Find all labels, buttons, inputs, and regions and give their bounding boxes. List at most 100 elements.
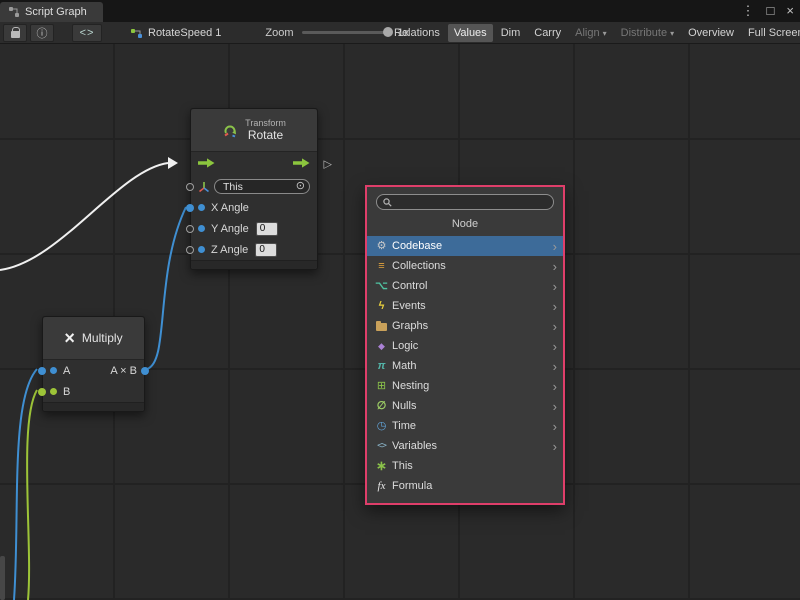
dropdown-arrow-icon: ▾: [603, 29, 607, 38]
menu-item-nulls[interactable]: ∅Nulls›: [367, 396, 563, 416]
float-type-icon: [50, 367, 57, 374]
menu-item-this[interactable]: ∗This: [367, 456, 563, 476]
menu-item-logic[interactable]: ◆Logic›: [367, 336, 563, 356]
multiply-output-label: A × B: [110, 365, 137, 377]
codebase-icon: ⚙: [374, 239, 389, 253]
control-icon: ⌥: [374, 279, 389, 293]
this-port[interactable]: [186, 183, 194, 191]
relations-button[interactable]: Relations: [388, 24, 446, 42]
finder-header: Node: [367, 213, 563, 236]
dim-button[interactable]: Dim: [495, 24, 527, 42]
menu-item-label: Control: [392, 280, 553, 292]
button-label: Distribute: [621, 27, 667, 39]
menu-item-formula[interactable]: fxFormula: [367, 476, 563, 496]
wire-to-multiply-a[interactable]: [14, 369, 37, 600]
this-selector-value: This: [223, 181, 243, 193]
menu-item-variables[interactable]: <>Variables›: [367, 436, 563, 456]
y-angle-label: Y Angle: [211, 223, 249, 235]
wire-multiply-to-x-angle[interactable]: [147, 207, 186, 369]
multiply-node[interactable]: × Multiply A A × B B: [42, 316, 145, 412]
zoom-slider[interactable]: [302, 31, 390, 34]
time-icon: ◷: [374, 419, 389, 433]
tab-title: Script Graph: [25, 6, 87, 18]
chevron-right-icon: ›: [553, 440, 557, 453]
graph-canvas[interactable]: Transform Rotate ▷: [0, 44, 800, 600]
node-category: Transform: [245, 118, 286, 128]
control-port-row: ▷: [191, 152, 317, 176]
this-selector[interactable]: This ⊙: [214, 179, 310, 194]
menu-item-nesting[interactable]: ⊞Nesting›: [367, 376, 563, 396]
more-menu-icon[interactable]: ⋮: [742, 2, 755, 20]
chevron-right-icon: ›: [553, 420, 557, 433]
menu-item-label: Variables: [392, 440, 553, 452]
wire-to-multiply-b[interactable]: [27, 390, 37, 600]
menu-item-graphs[interactable]: Graphs›: [367, 316, 563, 336]
script-graph-icon: [8, 6, 20, 18]
chevron-right-icon: ›: [553, 280, 557, 293]
finder-search-input[interactable]: [396, 196, 547, 208]
multiply-a-port[interactable]: [38, 367, 46, 375]
maximize-icon[interactable]: □: [767, 2, 775, 20]
inspect-button[interactable]: ⓘ: [30, 24, 54, 42]
nulls-icon: ∅: [374, 399, 389, 413]
distribute-button[interactable]: Distribute▾: [615, 24, 680, 42]
x-angle-label: X Angle: [211, 202, 249, 214]
y-angle-field[interactable]: [256, 222, 278, 236]
tab-script-graph[interactable]: Script Graph: [0, 2, 103, 22]
close-icon[interactable]: ×: [786, 2, 794, 20]
button-label: Full Screen: [748, 27, 800, 39]
rotate-node[interactable]: Transform Rotate ▷: [190, 108, 318, 270]
control-input-port[interactable]: [198, 155, 215, 173]
tab-bar: Script Graph ⋮ □ ×: [0, 0, 800, 22]
z-angle-label: Z Angle: [211, 244, 248, 256]
dropdown-arrow-icon: ▾: [670, 29, 674, 38]
menu-item-label: Events: [392, 300, 553, 312]
y-angle-row: Y Angle: [191, 218, 317, 239]
search-icon: [383, 198, 392, 207]
button-label: Relations: [394, 27, 440, 39]
vertical-scrollbar-thumb[interactable]: [0, 556, 5, 600]
button-label: Carry: [534, 27, 561, 39]
multiply-b-port[interactable]: [38, 388, 46, 396]
menu-item-events[interactable]: ϟEvents›: [367, 296, 563, 316]
z-angle-field[interactable]: [255, 243, 277, 257]
menu-item-label: Nesting: [392, 380, 553, 392]
control-input-arrow-icon: [198, 158, 215, 168]
edit-source-button[interactable]: <>: [72, 24, 102, 42]
x-angle-row: X Angle: [191, 197, 317, 218]
z-angle-row: Z Angle: [191, 239, 317, 260]
values-button[interactable]: Values: [448, 24, 493, 42]
menu-item-time[interactable]: ◷Time›: [367, 416, 563, 436]
finder-search-box[interactable]: [376, 194, 554, 210]
z-angle-port[interactable]: [186, 246, 194, 254]
code-icon: <>: [80, 27, 95, 39]
menu-item-collections[interactable]: ≡Collections›: [367, 256, 563, 276]
x-angle-port[interactable]: [186, 204, 194, 212]
wire-control-input[interactable]: [0, 163, 168, 270]
align-button[interactable]: Align▾: [569, 24, 612, 42]
menu-item-codebase[interactable]: ⚙Codebase›: [367, 236, 563, 256]
menu-item-label: Math: [392, 360, 553, 372]
chevron-right-icon: ›: [553, 360, 557, 373]
lock-button[interactable]: [3, 24, 27, 42]
menu-item-math[interactable]: πMath›: [367, 356, 563, 376]
full-screen-button[interactable]: Full Screen: [742, 24, 800, 42]
graph-asset[interactable]: RotateSpeed 1: [130, 27, 221, 39]
float-type-icon: [198, 246, 205, 253]
control-output-port[interactable]: [293, 155, 310, 173]
carry-button[interactable]: Carry: [528, 24, 567, 42]
multiply-b-row: B: [43, 381, 144, 402]
graph-asset-icon: [130, 27, 143, 39]
multiply-output-port[interactable]: [141, 367, 149, 375]
zoom-label: Zoom: [265, 27, 293, 39]
rotate-node-header[interactable]: Transform Rotate: [191, 109, 317, 152]
target-picker-icon: ⊙: [296, 181, 305, 192]
events-icon: ϟ: [374, 299, 389, 313]
multiply-node-header[interactable]: × Multiply: [43, 317, 144, 360]
menu-item-label: Codebase: [392, 240, 553, 252]
menu-item-control[interactable]: ⌥Control›: [367, 276, 563, 296]
overview-button[interactable]: Overview: [682, 24, 740, 42]
menu-item-label: Logic: [392, 340, 553, 352]
control-output-arrow-icon: [293, 158, 310, 168]
y-angle-port[interactable]: [186, 225, 194, 233]
